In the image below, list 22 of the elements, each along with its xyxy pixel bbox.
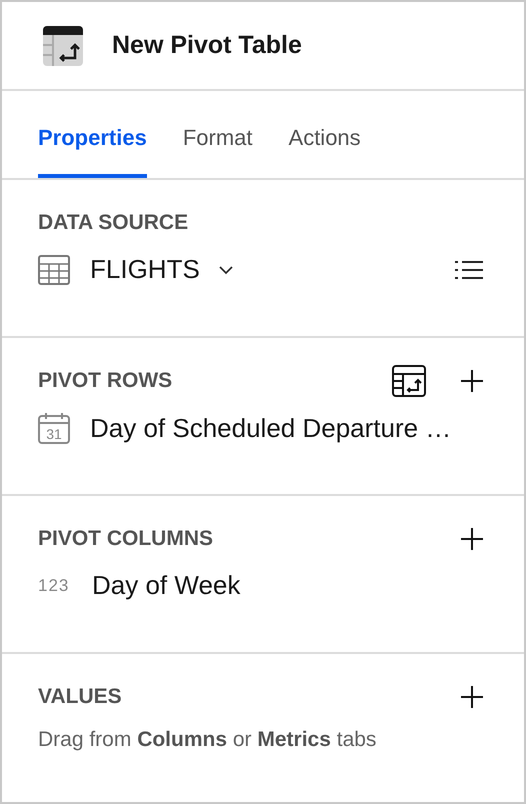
caret-icon bbox=[218, 264, 234, 274]
section-heading: VALUES bbox=[38, 685, 122, 709]
add-icon[interactable] bbox=[460, 685, 484, 709]
section-heading: PIVOT COLUMNS bbox=[38, 527, 214, 551]
table-icon bbox=[38, 254, 70, 284]
tab[interactable]: Format bbox=[182, 91, 253, 178]
field-label[interactable]: Day of Week bbox=[92, 570, 240, 601]
field-label[interactable]: Day of Scheduled Departure … bbox=[90, 412, 452, 444]
hint-text: Drag from Columns or Metrics tabs bbox=[38, 728, 378, 752]
add-icon[interactable] bbox=[460, 369, 484, 393]
section-heading: PIVOT ROWS bbox=[38, 369, 172, 393]
add-icon[interactable] bbox=[460, 527, 484, 551]
section-heading: DATA SOURCE bbox=[38, 211, 188, 235]
data-source-dropdown[interactable]: FLIGHTS bbox=[90, 254, 234, 285]
panel-title: New Pivot Table bbox=[112, 31, 302, 60]
number-type-icon: 123 bbox=[38, 576, 72, 596]
pivot-table-icon[interactable] bbox=[392, 365, 426, 397]
calendar-icon: 31 bbox=[38, 412, 70, 444]
pivot-table-icon bbox=[42, 24, 84, 66]
list-icon[interactable] bbox=[454, 258, 484, 280]
tab[interactable]: Properties bbox=[38, 91, 147, 178]
tab[interactable]: Actions bbox=[288, 91, 361, 178]
